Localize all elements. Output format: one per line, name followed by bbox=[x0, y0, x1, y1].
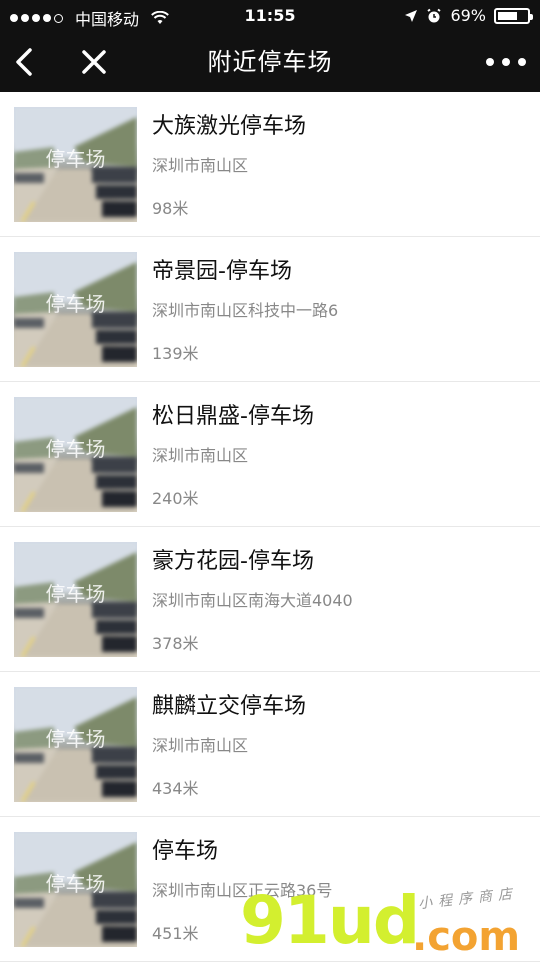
list-item[interactable]: 停车场 松日鼎盛-停车场深圳市南山区 240米 bbox=[0, 382, 540, 527]
alarm-clock-icon bbox=[427, 8, 442, 22]
location-arrow-icon bbox=[405, 9, 418, 22]
navigation-bar: 附近停车场 bbox=[0, 32, 540, 92]
parking-name: 帝景园-停车场 bbox=[152, 259, 292, 284]
parking-name: 麒麟立交停车场 bbox=[152, 694, 307, 719]
parking-address: 深圳市南山区 bbox=[152, 156, 249, 175]
parking-address: 深圳市南山区科技中一路6 bbox=[152, 301, 339, 320]
parking-name: 豪方花园-停车场 bbox=[152, 549, 314, 574]
thumbnail-caption: 停车场 bbox=[45, 582, 106, 606]
thumbnail-caption: 停车场 bbox=[45, 727, 106, 751]
parking-address: 深圳市南山区 bbox=[152, 446, 249, 465]
parking-thumbnail: 停车场 bbox=[14, 252, 137, 367]
thumbnail-caption: 停车场 bbox=[45, 147, 106, 171]
status-right: 69% bbox=[404, 6, 533, 25]
parking-distance: 139米 bbox=[152, 344, 199, 363]
parking-thumbnail: 停车场 bbox=[14, 397, 137, 512]
parking-thumbnail: 停车场 bbox=[14, 832, 137, 947]
parking-thumbnail: 停车场 bbox=[14, 687, 137, 802]
parking-address: 深圳市南山区 bbox=[152, 736, 249, 755]
thumbnail-caption: 停车场 bbox=[45, 292, 106, 316]
parking-distance: 240米 bbox=[152, 489, 199, 508]
thumbnail-caption: 停车场 bbox=[45, 437, 106, 461]
parking-address: 深圳市南山区正云路36号 bbox=[152, 881, 333, 900]
parking-thumbnail: 停车场 bbox=[14, 542, 137, 657]
parking-name: 停车场 bbox=[152, 839, 219, 864]
parking-distance: 98米 bbox=[152, 199, 189, 218]
parking-distance: 378米 bbox=[152, 634, 199, 653]
list-item[interactable]: 停车场 大族激光停车场深圳市南山区 98米 bbox=[0, 92, 540, 237]
parking-lot-list: 停车场 大族激光停车场 深圳市南山区 98米 停车场 帝景园-停车场 深圳市南山区科技中一路… bbox=[0, 92, 540, 962]
list-item[interactable]: 停车场 麒麟立交停车场深圳市南山区 434米 bbox=[0, 672, 540, 817]
parking-address: 深圳市南山区南海大道4040 bbox=[152, 591, 353, 610]
parking-thumbnail: 停车场 bbox=[14, 107, 137, 222]
list-item[interactable]: 停车场 帝景园-停车场深圳市南山区科技中一路6 139米 bbox=[0, 237, 540, 382]
status-bar: 中国移动 11:55 69% bbox=[0, 0, 540, 32]
list-item[interactable]: 停车场 豪方花园-停车场深圳市南山区南海大道4040 378米 bbox=[0, 527, 540, 672]
battery-icon bbox=[494, 7, 533, 24]
parking-distance: 434米 bbox=[152, 779, 199, 798]
list-item[interactable]: 停车场 停车场 深圳市南山区正云路36号 451米 bbox=[0, 817, 540, 962]
thumbnail-caption: 停车场 bbox=[45, 872, 106, 896]
parking-distance: 451米 bbox=[152, 924, 199, 943]
more-icon[interactable] bbox=[486, 50, 526, 74]
battery-percent: 69% bbox=[450, 6, 486, 25]
parking-name: 松日鼎盛-停车场 bbox=[152, 404, 314, 429]
battery-fill bbox=[498, 11, 518, 20]
top-bar: 中国移动 11:55 69% 附近停车场 bbox=[0, 0, 540, 92]
parking-name: 大族激光停车场 bbox=[152, 114, 307, 139]
page-title: 附近停车场 bbox=[207, 48, 333, 76]
